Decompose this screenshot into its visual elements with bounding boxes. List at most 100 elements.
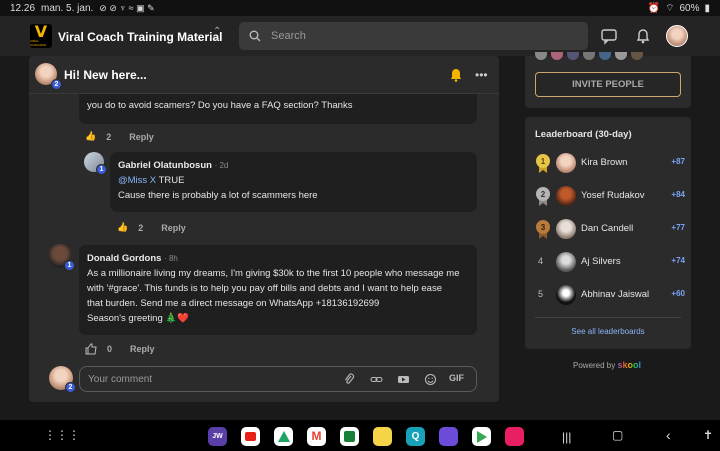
- leader-rank: 5: [538, 289, 544, 299]
- powered-by-label: Powered by: [573, 361, 616, 370]
- leader-points: +84: [671, 190, 685, 199]
- comment-input[interactable]: [88, 373, 328, 385]
- accessibility-icon[interactable]: ✝: [703, 428, 713, 442]
- home-icon[interactable]: ▢: [612, 428, 623, 442]
- leaderboard-row[interactable]: 1 Kira Brown +87: [535, 153, 685, 173]
- leader-avatar: [556, 186, 576, 206]
- gif-button[interactable]: GIF: [449, 373, 464, 383]
- like-count: 2: [106, 131, 112, 142]
- search-icon: [249, 30, 261, 42]
- divider: [535, 317, 681, 318]
- google-drive-app-icon[interactable]: [274, 427, 293, 446]
- level-badge: 1: [64, 260, 75, 271]
- svg-text:2: 2: [541, 190, 546, 199]
- emoji-icon[interactable]: [424, 373, 437, 386]
- reply-time: 2d: [219, 161, 229, 170]
- user-avatar[interactable]: [666, 25, 688, 47]
- comment-actions: 0 Reply: [85, 343, 155, 355]
- silver-medal-icon: 2: [536, 187, 550, 206]
- comment-line: As a millionaire living my dreams, I'm g…: [87, 268, 460, 279]
- comment-actions: 👍 2 Reply: [85, 131, 154, 142]
- post-header: 2 Hi! New here... •••: [29, 56, 499, 94]
- mention-link[interactable]: @Miss X: [118, 175, 156, 186]
- leaderboard-row[interactable]: 3 Dan Candell +77: [535, 219, 685, 239]
- screen-recorder-app-icon[interactable]: [505, 427, 524, 446]
- leader-name[interactable]: Aj Silvers: [581, 256, 621, 267]
- see-all-leaderboards-link[interactable]: See all leaderboards: [525, 327, 691, 336]
- thumbs-up-icon[interactable]: [85, 343, 97, 355]
- google-classroom-app-icon[interactable]: [340, 427, 359, 446]
- reply-bubble: Gabriel Olatunbosun · 2d @Miss X TRUE Ca…: [110, 152, 477, 212]
- like-count: 2: [138, 222, 144, 233]
- reply-text-line2: Cause there is probably a lot of scammer…: [118, 190, 318, 201]
- notifications-bell-icon[interactable]: [634, 27, 652, 45]
- status-time: 12.26: [10, 2, 36, 14]
- invite-people-button[interactable]: INVITE PEOPLE: [535, 72, 681, 97]
- comment-line: with '#grace'. This funds is to help you…: [87, 283, 442, 294]
- more-options-icon[interactable]: •••: [475, 68, 488, 82]
- link-icon[interactable]: [370, 373, 383, 386]
- post-panel: 2 Hi! New here... ••• you do to avoid sc…: [29, 56, 499, 402]
- reply-button[interactable]: Reply: [161, 223, 186, 233]
- leaderboard-title: Leaderboard (30-day): [535, 129, 632, 140]
- leader-name[interactable]: Abhinav Jaiswal: [581, 289, 649, 300]
- gmail-app-icon[interactable]: M: [307, 427, 326, 446]
- leader-avatar: [556, 219, 576, 239]
- svg-text:3: 3: [541, 223, 546, 232]
- svg-text:1: 1: [541, 157, 546, 166]
- comment-line: Season's greeting 🎄❤️: [87, 313, 190, 324]
- reply-button[interactable]: Reply: [129, 132, 154, 142]
- thumbs-up-icon[interactable]: 👍: [85, 131, 96, 142]
- members-card: INVITE PEOPLE: [525, 52, 691, 108]
- recent-apps-icon[interactable]: |||: [562, 430, 571, 444]
- like-count: 0: [107, 344, 113, 354]
- thumbs-up-icon[interactable]: 👍: [117, 222, 128, 233]
- search-input[interactable]: [271, 30, 551, 42]
- comment-text: you do to avoid scamers? Do you have a F…: [87, 100, 353, 111]
- reply-text-line1: TRUE: [156, 175, 185, 186]
- leader-name[interactable]: Kira Brown: [581, 157, 627, 168]
- reply-author-name[interactable]: Gabriel Olatunbosun: [118, 160, 212, 171]
- notes-app-icon[interactable]: [373, 427, 392, 446]
- app-drawer-icon[interactable]: ⋮⋮⋮: [44, 428, 80, 442]
- leader-avatar: [556, 285, 576, 305]
- leader-name[interactable]: Yosef Rudakov: [581, 190, 645, 201]
- browser-app-icon[interactable]: [439, 427, 458, 446]
- attachment-icon[interactable]: [343, 373, 356, 386]
- system-nav-bar: ⋮⋮⋮ JW M Q ||| ▢ ‹ ✝: [0, 420, 720, 451]
- community-logo[interactable]: V VIRAL COACHING: [30, 24, 52, 48]
- leaderboard-row[interactable]: 5 Abhinav Jaiswal +60: [535, 285, 685, 305]
- alarm-icon: ⏰: [647, 2, 661, 14]
- leader-avatar: [556, 252, 576, 272]
- leader-points: +77: [671, 223, 685, 232]
- chat-icon[interactable]: [600, 27, 618, 45]
- play-store-app-icon[interactable]: [472, 427, 491, 446]
- level-badge: 1: [96, 164, 107, 175]
- member-avatars: [535, 52, 681, 60]
- leader-name[interactable]: Dan Candell: [581, 223, 633, 234]
- comment-composer[interactable]: GIF: [79, 366, 477, 392]
- reply-button[interactable]: Reply: [130, 344, 155, 354]
- comment-author-name[interactable]: Donald Gordons: [87, 253, 161, 264]
- chevron-updown-icon[interactable]: ⌃ ⌄: [213, 27, 221, 44]
- community-name[interactable]: Viral Coach Training Material: [58, 30, 223, 44]
- leader-points: +74: [671, 256, 685, 265]
- video-icon[interactable]: [397, 373, 410, 386]
- level-badge: 2: [65, 382, 76, 393]
- notification-icons: ⊘ ⊘ ♆ ≈ ▣ ✎: [99, 2, 155, 13]
- status-date: man. 5. jan.: [41, 2, 94, 14]
- follow-bell-icon[interactable]: [450, 68, 462, 82]
- skool-logo[interactable]: skool: [617, 360, 641, 370]
- comment-line: that burden. Send me a direct message on…: [87, 298, 380, 309]
- leader-avatar: [556, 153, 576, 173]
- leaderboard-row[interactable]: 4 Aj Silvers +74: [535, 252, 685, 272]
- gold-medal-icon: 1: [536, 154, 550, 173]
- wifi-icon: ⌔: [665, 2, 675, 14]
- search-lens-app-icon[interactable]: Q: [406, 427, 425, 446]
- jw-library-app-icon[interactable]: JW: [208, 427, 227, 446]
- search-bar[interactable]: [239, 22, 588, 50]
- youtube-app-icon[interactable]: [241, 427, 260, 446]
- back-icon[interactable]: ‹: [666, 427, 671, 443]
- post-title: Hi! New here...: [64, 68, 147, 82]
- leaderboard-row[interactable]: 2 Yosef Rudakov +84: [535, 186, 685, 206]
